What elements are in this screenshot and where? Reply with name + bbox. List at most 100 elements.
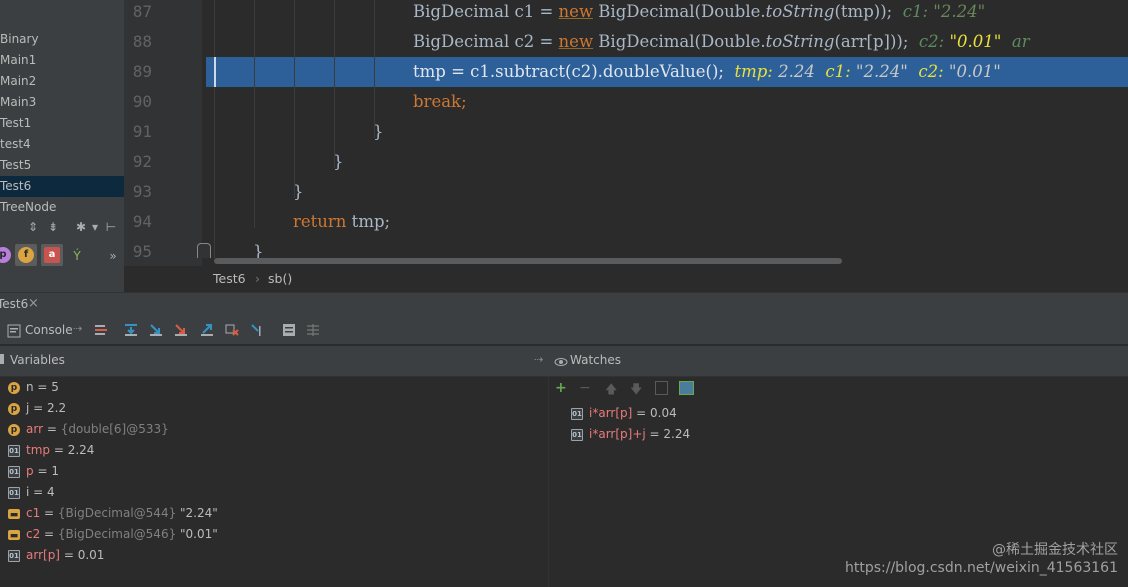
editor-gutter: 87 88 89 90 91 92 93 94 95 [124, 0, 202, 266]
line-number: 91 [132, 122, 152, 141]
indent-guide [334, 0, 335, 168]
local-variable-icon: 01 [8, 486, 20, 499]
horizontal-scrollbar[interactable] [214, 258, 842, 264]
property-filter-icon[interactable]: p [0, 247, 11, 263]
project-item-test6[interactable]: Test6 [0, 176, 124, 197]
restore-watches-icon[interactable]: ⇢ [534, 353, 543, 366]
copy-icon[interactable] [655, 381, 668, 395]
project-item-binary[interactable]: Binary [0, 29, 124, 50]
expand-all-icon[interactable]: ⇕ [26, 219, 40, 235]
watermark: @稀土掘金技术社区 https://blog.csdn.net/weixin_4… [845, 541, 1118, 577]
trace-stream-icon[interactable] [306, 323, 320, 337]
fold-marker-icon[interactable] [197, 243, 211, 258]
code-line-94[interactable]: return tmp; [293, 207, 390, 237]
watches-header: ⇢ Watches [534, 346, 1128, 377]
watches-toolbar: + − 🡅 🡇 [549, 377, 1128, 403]
run-to-cursor-icon[interactable] [250, 323, 264, 337]
collapse-all-icon[interactable]: ⇟ [46, 219, 60, 235]
breadcrumb: Test6 › sb() [124, 266, 1128, 292]
parameter-icon: p [8, 402, 20, 415]
variable-row[interactable]: 01 arr[p] = 0.01 [8, 545, 104, 566]
watch-row[interactable]: 01 i*arr[p] = 0.04 [571, 403, 677, 424]
code-editor[interactable]: 87 88 89 90 91 92 93 94 95 BigDecimal c1… [124, 0, 1128, 266]
tab-test6[interactable]: Test6 [0, 297, 28, 311]
move-down-icon[interactable]: 🡇 [630, 380, 642, 401]
line-number: 95 [132, 242, 152, 261]
remove-watch-icon[interactable]: − [579, 380, 591, 396]
indent-guide [214, 0, 215, 258]
line-number: 93 [132, 182, 152, 201]
code-line-92[interactable]: } [333, 147, 344, 177]
inherited-filter-button[interactable]: a [41, 244, 63, 266]
caret [214, 57, 216, 87]
variable-row[interactable]: p arr = {double[6]@533} [8, 419, 169, 440]
watch-row[interactable]: 01 i*arr[p]+j = 2.24 [571, 424, 690, 445]
watermark-line2: https://blog.csdn.net/weixin_41563161 [844, 560, 1118, 576]
code-line-89[interactable]: tmp = c1.subtract(c2).doubleValue(); tmp… [413, 57, 1001, 87]
project-item-test1[interactable]: Test1 [0, 113, 124, 134]
variable-row[interactable]: pj = 2.2 [8, 398, 66, 419]
line-number: 94 [132, 212, 152, 231]
inline-debug-value: c1: [902, 2, 934, 21]
project-item-main2[interactable]: Main2 [0, 71, 124, 92]
tab-console[interactable]: Console [25, 323, 73, 337]
restore-layout-icon[interactable]: ⇢ [73, 322, 82, 335]
project-item-test4[interactable]: test4 [0, 134, 124, 155]
lambda-filter-icon[interactable]: Ý [70, 248, 84, 264]
evaluate-expression-icon[interactable] [282, 323, 296, 337]
overflow-icon[interactable]: » [106, 248, 120, 264]
code-line-90[interactable]: break; [413, 87, 467, 117]
gear-icon[interactable]: ✱ [74, 219, 88, 235]
inline-debug-value: c2: [918, 32, 950, 51]
local-variable-icon: 01 [8, 444, 20, 457]
watches-title: Watches [570, 353, 621, 367]
variable-row[interactable]: 01 p = 1 [8, 461, 59, 482]
code-line-91[interactable]: } [373, 117, 384, 147]
step-over-icon[interactable] [124, 323, 138, 337]
variable-row[interactable]: ▬ c1 = {BigDecimal@544} "2.24" [8, 503, 218, 524]
console-icon [7, 324, 21, 338]
step-out-icon[interactable] [200, 323, 214, 337]
line-number: 92 [132, 152, 152, 171]
field-filter-button[interactable]: f [15, 244, 37, 266]
line-number: 89 [132, 62, 152, 81]
code-line-88[interactable]: BigDecimal c2 = new BigDecimal(Double.to… [413, 27, 1030, 57]
project-item-main3[interactable]: Main3 [0, 92, 124, 113]
step-into-icon[interactable] [149, 323, 163, 337]
breadcrumb-method[interactable]: sb() [268, 271, 292, 286]
watch-value-icon: 01 [571, 407, 583, 420]
force-step-into-icon[interactable] [174, 323, 188, 337]
close-icon[interactable]: × [28, 296, 39, 311]
hide-icon[interactable]: ⊢ [104, 219, 118, 235]
watches-icon [554, 358, 568, 366]
line-number: 90 [132, 92, 152, 111]
code-line-93[interactable]: } [293, 177, 304, 207]
watches-options-icon[interactable] [679, 381, 694, 395]
object-icon: ▬ [8, 529, 20, 541]
inline-debug-value: tmp: [734, 62, 779, 81]
variable-row[interactable]: 01 i = 4 [8, 482, 55, 503]
indent-guide [294, 0, 295, 198]
structure-filter-toolbar: p f a Ý » [0, 242, 124, 270]
add-watch-icon[interactable]: + [555, 380, 567, 396]
move-up-icon[interactable]: 🡅 [605, 380, 617, 401]
breadcrumb-separator: › [255, 271, 260, 286]
variable-row[interactable]: pn = 5 [8, 377, 59, 398]
breadcrumb-class[interactable]: Test6 [213, 271, 246, 286]
object-icon: ▬ [8, 508, 20, 520]
drop-frame-icon[interactable] [225, 323, 239, 337]
variable-row[interactable]: 01 tmp = 2.24 [8, 440, 94, 461]
inherited-icon: a [44, 247, 60, 263]
show-execution-point-icon[interactable] [94, 323, 108, 337]
debug-session-tabs: Test6 × [0, 292, 1128, 317]
code-line-87[interactable]: BigDecimal c1 = new BigDecimal(Double.to… [413, 0, 985, 27]
watermark-line1: @稀土掘金技术社区 [992, 542, 1118, 558]
project-item-test5[interactable]: Test5 [0, 155, 124, 176]
line-number: 88 [132, 32, 152, 51]
variable-row[interactable]: ▬ c2 = {BigDecimal@546} "0.01" [8, 524, 218, 545]
chevron-down-icon[interactable]: ▾ [88, 219, 102, 235]
variables-header: Variables [0, 346, 548, 377]
project-panel: Binary Main1 Main2 Main3 Test1 test4 Tes… [0, 0, 124, 292]
project-item-main1[interactable]: Main1 [0, 50, 124, 71]
field-icon: f [18, 247, 34, 263]
